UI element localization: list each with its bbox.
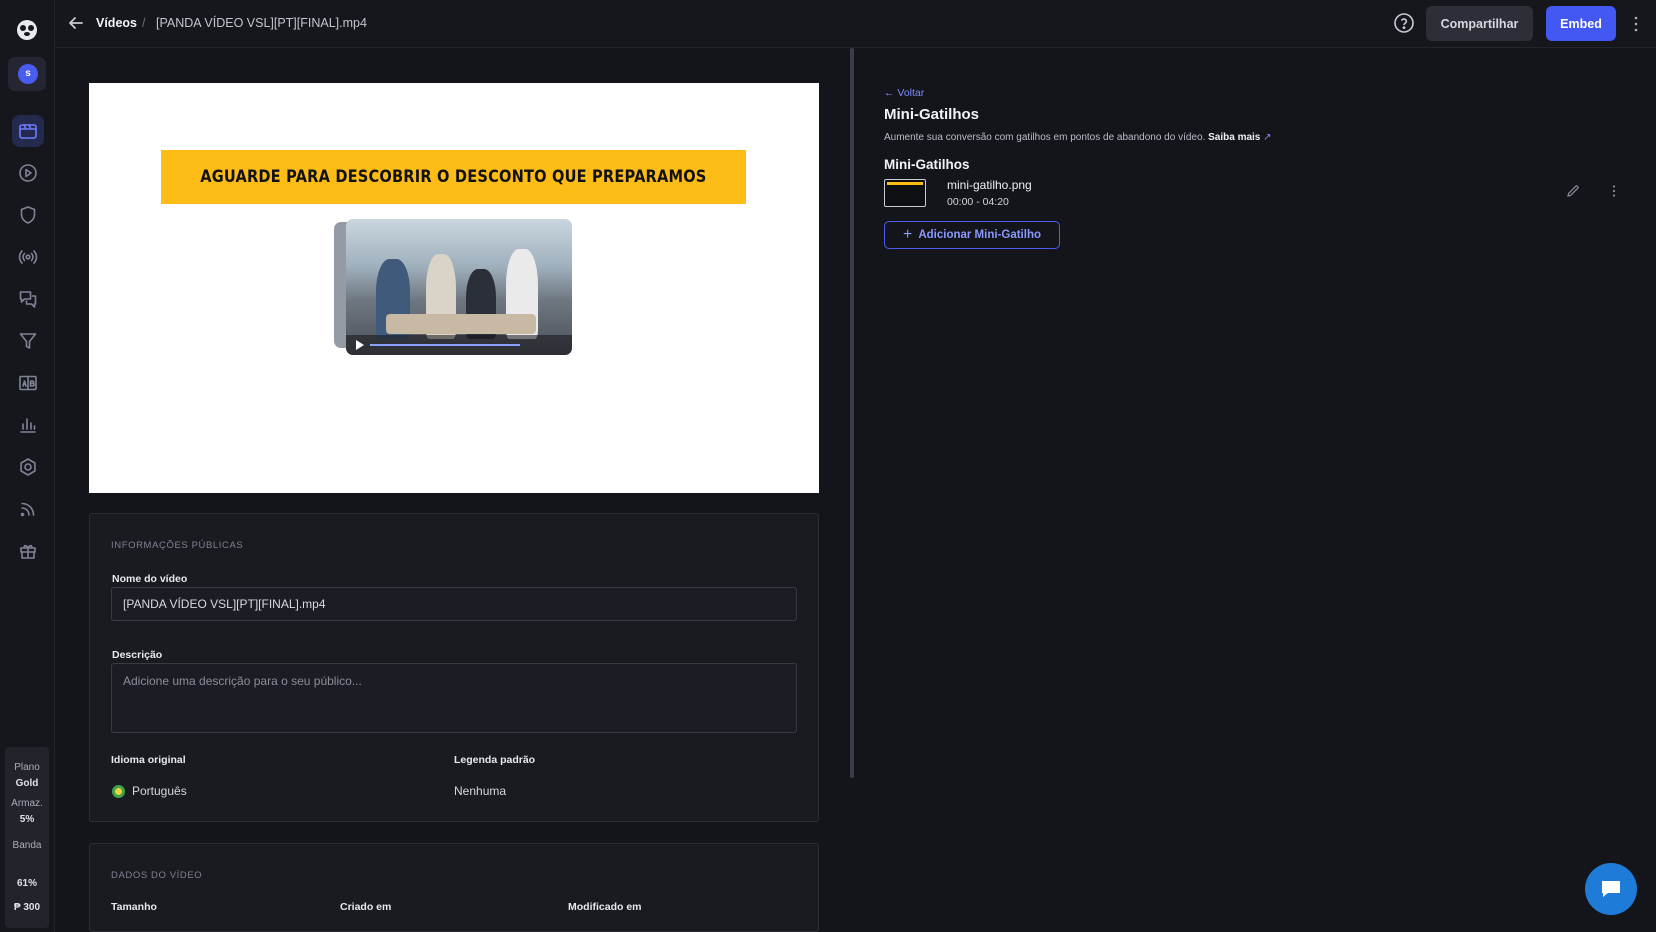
public-info-title: INFORMAÇÕES PÚBLICAS (111, 540, 244, 551)
broadcast-icon (18, 250, 38, 264)
modified-label: Modificado em (568, 901, 642, 913)
funnel-icon (19, 333, 37, 349)
created-label: Criado em (340, 901, 392, 913)
nav-feed[interactable] (12, 493, 44, 525)
avatar-initial: s (18, 64, 38, 84)
public-info-card: INFORMAÇÕES PÚBLICAS Nome do vídeo [PAND… (89, 513, 819, 822)
video-name-input[interactable]: [PANDA VÍDEO VSL][PT][FINAL].mp4 (111, 587, 797, 621)
plan-label: Plano (14, 762, 40, 773)
embed-button[interactable]: Embed (1546, 6, 1616, 41)
help-icon[interactable] (1393, 12, 1415, 34)
back-link[interactable]: ← Voltar (884, 87, 924, 99)
top-bar: Vídeos / [PANDA VÍDEO VSL][PT][FINAL].mp… (55, 0, 1656, 48)
play-icon (19, 164, 37, 182)
more-options-icon[interactable] (1630, 14, 1642, 34)
mini-triggers-panel: ← Voltar Mini-Gatilhos Aumente sua conve… (856, 48, 1656, 932)
chat-support-button[interactable] (1585, 863, 1637, 915)
panel-description: Aumente sua conversão com gatilhos em po… (884, 132, 1272, 143)
plan-name: Gold (15, 778, 39, 789)
list-title: Mini-Gatilhos (884, 157, 970, 172)
size-label: Tamanho (111, 901, 157, 913)
nav-security[interactable] (12, 199, 44, 231)
nav-live[interactable] (12, 241, 44, 273)
description-textarea[interactable]: Adicione uma descrição para o seu públic… (111, 663, 797, 733)
breadcrumb-current-file: [PANDA VÍDEO VSL][PT][FINAL].mp4 (156, 16, 367, 30)
panda-logo-icon[interactable] (15, 18, 39, 42)
storage-value: 5% (19, 814, 35, 825)
brazil-flag-icon (112, 785, 125, 798)
edit-pencil-icon[interactable] (1566, 184, 1580, 198)
banner-text: AGUARDE PARA DESCOBRIR O DESCONTO QUE PR… (200, 167, 707, 187)
subtitle-label: Legenda padrão (454, 754, 536, 766)
chat-bubble-icon (1602, 881, 1620, 897)
subtitle-value[interactable]: Nenhuma (454, 784, 506, 798)
sidebar: s Plano Gold Armaz. 5% Banda 61% ₱ 300 (0, 0, 55, 932)
share-button[interactable]: Compartilhar (1426, 6, 1533, 41)
analytics-icon (20, 418, 36, 433)
video-banner: AGUARDE PARA DESCOBRIR O DESCONTO QUE PR… (161, 150, 746, 204)
plus-icon: + (902, 226, 913, 243)
credits-value: 300 (23, 902, 41, 913)
comments-icon (19, 291, 37, 308)
mini-trigger-range: 00:00 - 04:20 (947, 196, 1009, 208)
band-value: 61% (16, 878, 37, 889)
settings-icon (20, 458, 36, 476)
description-text: Aumente sua conversão com gatilhos em po… (884, 132, 1206, 143)
learn-more-link[interactable]: Saiba mais (1208, 132, 1260, 143)
mini-trigger-file[interactable]: mini-gatilho.png (947, 178, 1032, 192)
back-arrow-icon[interactable] (67, 14, 85, 32)
coin-icon: ₱ (13, 902, 24, 913)
video-data-title: DADOS DO VÍDEO (111, 870, 203, 881)
nav-comments[interactable] (12, 283, 44, 315)
language-value[interactable]: Português (132, 784, 187, 798)
storage-label: Armaz. (11, 798, 43, 809)
ab-test-icon (19, 375, 37, 391)
breadcrumb-videos-link[interactable]: Vídeos (96, 16, 137, 30)
nav-rewards[interactable] (12, 535, 44, 567)
panel-title: Mini-Gatilhos (884, 106, 979, 123)
panel-resize-handle[interactable] (850, 48, 854, 778)
nav-ab-test[interactable] (12, 367, 44, 399)
nav-funnel[interactable] (12, 325, 44, 357)
plan-usage-card[interactable]: Plano Gold Armaz. 5% Banda 61% ₱ 300 (5, 747, 49, 928)
nav-player[interactable] (12, 157, 44, 189)
nav-analytics[interactable] (12, 409, 44, 441)
video-data-card: DADOS DO VÍDEO Tamanho Criado em Modific… (89, 843, 819, 932)
external-link-icon[interactable]: ↗ (1263, 132, 1271, 143)
language-label: Idioma original (111, 754, 186, 766)
nav-settings[interactable] (12, 451, 44, 483)
description-label: Descrição (112, 649, 163, 661)
play-icon (356, 340, 364, 350)
nav-videos[interactable] (12, 115, 44, 147)
shield-icon (20, 206, 36, 224)
mini-trigger-thumbnail (884, 179, 926, 207)
video-name-label: Nome do vídeo (112, 573, 188, 585)
player-controls (346, 335, 572, 355)
video-thumbnail-image (346, 219, 572, 355)
breadcrumb-separator: / (142, 16, 146, 30)
video-preview[interactable]: AGUARDE PARA DESCOBRIR O DESCONTO QUE PR… (89, 83, 819, 493)
gift-icon (20, 544, 36, 559)
workspace-avatar[interactable]: s (8, 57, 46, 91)
progress-bar (370, 344, 520, 346)
add-mini-trigger-label: Adicionar Mini-Gatilho (918, 229, 1041, 241)
credits: ₱ 300 (5, 902, 49, 913)
band-label: Banda (12, 840, 42, 851)
add-mini-trigger-button[interactable]: + Adicionar Mini-Gatilho (884, 221, 1060, 249)
videos-icon (19, 124, 37, 139)
rss-icon (20, 502, 35, 517)
item-more-options-icon[interactable] (1607, 184, 1621, 198)
